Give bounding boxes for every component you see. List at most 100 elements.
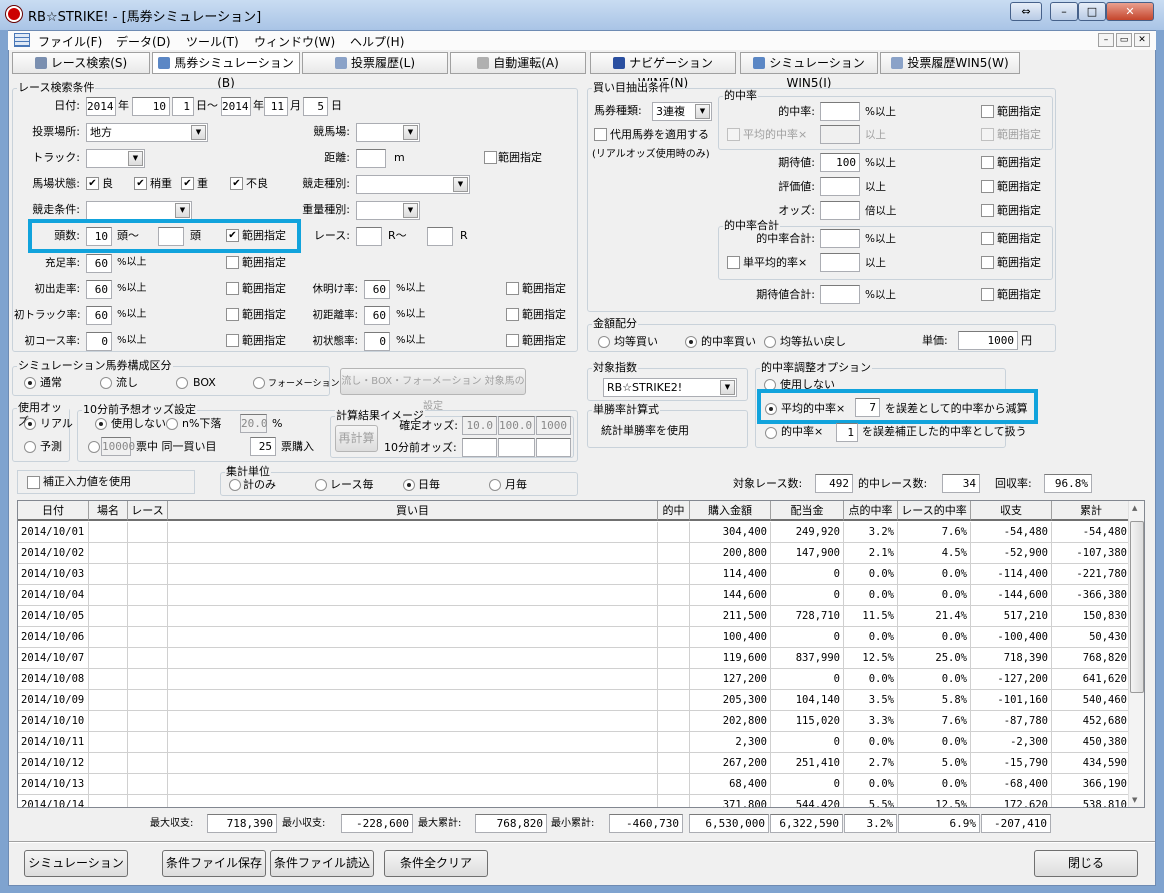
- mdi-grid-icon[interactable]: [14, 33, 30, 47]
- table-row[interactable]: 2014/10/06 100,400 0 0.0% 0.0% -100,400 50,430: [18, 627, 1131, 648]
- pre-odds-votes-radio[interactable]: [88, 441, 100, 453]
- pre-odds-drop-input[interactable]: 20.0: [240, 414, 268, 433]
- distance-input[interactable]: [356, 149, 386, 168]
- composition-nagashi-radio[interactable]: [100, 377, 112, 389]
- avg-hit-rate-input[interactable]: [820, 125, 860, 144]
- odds-real-radio[interactable]: [24, 418, 36, 430]
- tab-4[interactable]: ナビゲーションWIN5(N): [590, 52, 736, 90]
- mdi-restore-button[interactable]: ▭: [1116, 33, 1132, 47]
- restore-layout-button[interactable]: ⇔: [1010, 2, 1042, 21]
- table-row[interactable]: 2014/10/03 114,400 0 0.0% 0.0% -114,400 -221,7…: [18, 564, 1131, 585]
- load-conditions-button[interactable]: 条件ファイル読込: [270, 850, 374, 877]
- alloc-payout-radio[interactable]: [764, 336, 776, 348]
- venue-type-select[interactable]: 地方 ▼: [86, 123, 208, 142]
- first_run-range-checkbox[interactable]: [226, 282, 239, 295]
- composition-normal-radio[interactable]: [24, 377, 36, 389]
- composition-box-radio[interactable]: [176, 377, 188, 389]
- course-select[interactable]: ▼: [356, 123, 420, 142]
- table-row[interactable]: 2014/10/04 144,600 0 0.0% 0.0% -144,600 -366,3…: [18, 585, 1131, 606]
- alloc-hit-radio[interactable]: [685, 336, 697, 348]
- rating-input[interactable]: [820, 177, 860, 196]
- hit-rate-range-checkbox[interactable]: [981, 105, 994, 118]
- unit-price-input[interactable]: 1000: [958, 331, 1018, 350]
- aggregate-month-radio[interactable]: [489, 479, 501, 491]
- correction-checkbox[interactable]: [27, 476, 40, 489]
- tab-6[interactable]: 投票履歴WIN5(W): [880, 52, 1020, 74]
- column-header[interactable]: レース的中率: [898, 501, 971, 521]
- pre-odds-result-input[interactable]: [462, 438, 497, 457]
- from-day-input[interactable]: 1: [172, 97, 194, 116]
- menu-data[interactable]: データ(D): [116, 33, 171, 50]
- composition-formation-radio[interactable]: [253, 377, 265, 389]
- aggregate-total-radio[interactable]: [229, 479, 241, 491]
- race-type-select[interactable]: ▼: [356, 175, 470, 194]
- aggregate-day-radio[interactable]: [403, 479, 415, 491]
- tab-3[interactable]: 自動運転(A): [450, 52, 586, 74]
- alloc-equal-radio[interactable]: [598, 336, 610, 348]
- close-button[interactable]: 閉じる: [1034, 850, 1138, 877]
- expect-sum-input[interactable]: [820, 285, 860, 304]
- odds-input[interactable]: [820, 201, 860, 220]
- column-header[interactable]: 配当金: [771, 501, 844, 521]
- adjust-subtract-radio[interactable]: [765, 403, 777, 415]
- column-header[interactable]: 場名: [89, 501, 128, 521]
- close-window-button[interactable]: ✕: [1106, 2, 1154, 21]
- pre-odds-unused-radio[interactable]: [95, 418, 107, 430]
- tab-0[interactable]: レース検索(S): [12, 52, 150, 74]
- tab-1[interactable]: 馬券シミュレーション(B): [152, 52, 300, 90]
- table-row[interactable]: 2014/10/14 371,800 544,420 5.5% 12.5% 172,620…: [18, 795, 1131, 807]
- simulate-button[interactable]: シミュレーション: [24, 850, 128, 877]
- first_track-input[interactable]: 60: [86, 306, 112, 325]
- to-day-input[interactable]: 5: [303, 97, 328, 116]
- table-row[interactable]: 2014/10/13 68,400 0 0.0% 0.0% -68,400 366,190: [18, 774, 1131, 795]
- table-row[interactable]: 2014/10/12 267,200 251,410 2.7% 5.0% -15,790 4…: [18, 753, 1131, 774]
- adjust-correct-radio[interactable]: [765, 427, 777, 439]
- recalc-button[interactable]: 再計算: [335, 425, 378, 452]
- table-row[interactable]: 2014/10/10 202,800 115,020 3.3% 7.6% -87,780 4…: [18, 711, 1131, 732]
- mdi-close-button[interactable]: ✕: [1134, 33, 1150, 47]
- fill_rate-range-checkbox[interactable]: [226, 256, 239, 269]
- column-header[interactable]: レース: [128, 501, 168, 521]
- odds-forecast-radio[interactable]: [24, 441, 36, 453]
- first_state-input[interactable]: 0: [364, 332, 390, 351]
- column-header[interactable]: 日付: [18, 501, 89, 521]
- ground-good-checkbox[interactable]: ✔: [86, 177, 99, 190]
- index-select[interactable]: RB☆STRIKE2! ▼: [603, 378, 737, 397]
- column-header[interactable]: 累計: [1052, 501, 1131, 521]
- column-header[interactable]: 点的中率: [844, 501, 898, 521]
- odds-range-checkbox[interactable]: [981, 204, 994, 217]
- ground-heavy-checkbox[interactable]: ✔: [181, 177, 194, 190]
- clear-conditions-button[interactable]: 条件全クリア: [384, 850, 488, 877]
- pre-odds-drop-radio[interactable]: [166, 418, 178, 430]
- final-odds-input[interactable]: 100.0: [498, 416, 535, 435]
- menu-window[interactable]: ウィンドウ(W): [254, 33, 335, 50]
- first_dist-input[interactable]: 60: [364, 306, 390, 325]
- column-header[interactable]: 収支: [971, 501, 1052, 521]
- table-row[interactable]: 2014/10/05 211,500 728,710 11.5% 21.4% 517,21…: [18, 606, 1131, 627]
- vertical-scrollbar[interactable]: ▲ ▼: [1128, 501, 1144, 807]
- race-no-from-input[interactable]: [356, 227, 382, 246]
- table-row[interactable]: 2014/10/11 2,300 0 0.0% 0.0% -2,300 450,380: [18, 732, 1131, 753]
- adjust-subtract-input[interactable]: 7: [855, 398, 880, 417]
- avg-hit-rate-checkbox[interactable]: [727, 128, 740, 141]
- column-header[interactable]: 買い目: [168, 501, 658, 521]
- first_track-range-checkbox[interactable]: [226, 308, 239, 321]
- rest-range-checkbox[interactable]: [506, 282, 519, 295]
- save-conditions-button[interactable]: 条件ファイル保存: [162, 850, 266, 877]
- ground-slightly-heavy-checkbox[interactable]: ✔: [134, 177, 147, 190]
- adjust-correct-input[interactable]: 1: [836, 423, 858, 442]
- table-row[interactable]: 2014/10/09 205,300 104,140 3.5% 5.8% -101,160…: [18, 690, 1131, 711]
- column-header[interactable]: 的中: [658, 501, 690, 521]
- tab-2[interactable]: 投票履歴(L): [302, 52, 448, 74]
- tab-5[interactable]: シミュレーションWIN5(I): [740, 52, 878, 90]
- maximize-button[interactable]: □: [1078, 2, 1106, 21]
- menu-file[interactable]: ファイル(F): [38, 33, 102, 50]
- menu-tools[interactable]: ツール(T): [186, 33, 239, 50]
- from-month-input[interactable]: 10: [132, 97, 170, 116]
- from-year-input[interactable]: 2014: [86, 97, 116, 116]
- bet-type-select[interactable]: 3連複 ▼: [652, 102, 712, 121]
- menu-help[interactable]: ヘルプ(H): [350, 33, 404, 50]
- scrollbar-thumb[interactable]: [1130, 521, 1144, 693]
- table-row[interactable]: 2014/10/02 200,800 147,900 2.1% 4.5% -52,900-…: [18, 543, 1131, 564]
- first_dist-range-checkbox[interactable]: [506, 308, 519, 321]
